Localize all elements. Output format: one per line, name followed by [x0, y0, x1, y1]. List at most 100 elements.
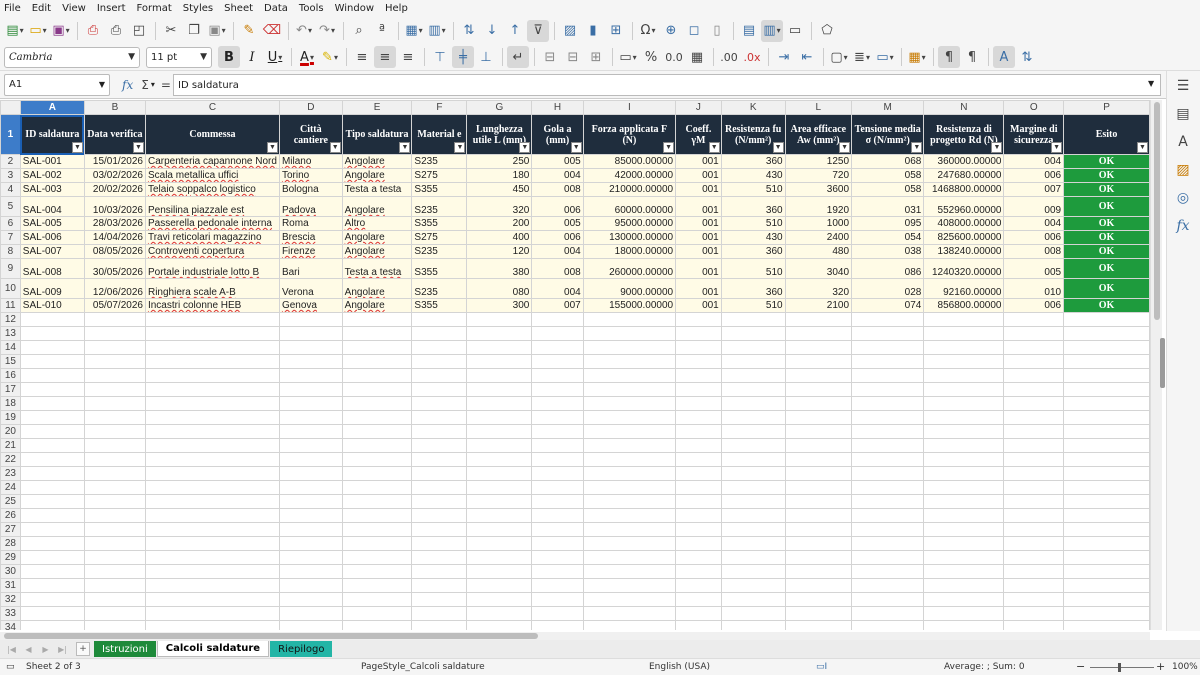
empty-cell[interactable]: [1063, 494, 1150, 509]
percent-format-icon[interactable]: %: [640, 46, 662, 68]
empty-cell[interactable]: [675, 340, 722, 355]
data-cell[interactable]: 009: [1003, 196, 1065, 217]
empty-cell[interactable]: [720, 620, 786, 630]
header-cell[interactable]: Forza applicata F (N) ▼: [582, 114, 677, 155]
empty-cell[interactable]: [851, 606, 925, 621]
row-header[interactable]: 29: [0, 550, 21, 565]
currency-format-icon[interactable]: ▭: [617, 46, 639, 68]
empty-cell[interactable]: [851, 382, 925, 397]
data-cell[interactable]: Angolare: [341, 298, 413, 313]
empty-cell[interactable]: [720, 438, 786, 453]
data-cell[interactable]: Bari: [278, 258, 343, 279]
data-cell[interactable]: 825600.00000: [923, 230, 1005, 245]
empty-cell[interactable]: [341, 620, 413, 630]
data-cell[interactable]: 552960.00000: [923, 196, 1005, 217]
sort-icon[interactable]: ⇅: [458, 20, 480, 42]
empty-cell[interactable]: [278, 368, 343, 383]
column-header-p[interactable]: P: [1063, 100, 1150, 115]
empty-cell[interactable]: [466, 368, 533, 383]
empty-cell[interactable]: [278, 340, 343, 355]
empty-cell[interactable]: [531, 564, 584, 579]
data-cell[interactable]: SAL-009: [19, 278, 85, 299]
empty-cell[interactable]: [341, 592, 413, 607]
data-cell[interactable]: 028: [851, 278, 925, 299]
data-cell[interactable]: 058: [851, 168, 925, 183]
empty-cell[interactable]: [1063, 564, 1150, 579]
page-style[interactable]: PageStyle_Calcoli saldature: [361, 662, 485, 672]
empty-cell[interactable]: [1063, 452, 1150, 467]
column-header-n[interactable]: N: [923, 100, 1005, 115]
data-cell[interactable]: 1920: [784, 196, 853, 217]
empty-cell[interactable]: [144, 424, 280, 439]
decrease-indent-icon[interactable]: ⇤: [796, 46, 818, 68]
empty-cell[interactable]: [19, 466, 85, 481]
empty-cell[interactable]: [466, 564, 533, 579]
data-cell[interactable]: 05/07/2026: [83, 298, 146, 313]
empty-cell[interactable]: [784, 606, 853, 621]
data-cell[interactable]: 18000.00000: [582, 244, 677, 259]
empty-cell[interactable]: [341, 508, 413, 523]
empty-cell[interactable]: [720, 312, 786, 327]
data-cell[interactable]: 12/06/2026: [83, 278, 146, 299]
empty-cell[interactable]: [144, 396, 280, 411]
empty-cell[interactable]: [923, 382, 1005, 397]
data-cell[interactable]: S275: [411, 168, 468, 183]
empty-cell[interactable]: [531, 578, 584, 593]
empty-cell[interactable]: [784, 354, 853, 369]
data-cell[interactable]: 007: [531, 298, 584, 313]
data-cell[interactable]: SAL-003: [19, 182, 85, 197]
row-header[interactable]: 24: [0, 480, 21, 495]
tab-istruzioni[interactable]: Istruzioni: [94, 641, 156, 657]
data-cell[interactable]: 3600: [784, 182, 853, 197]
header-cell[interactable]: Data verifica ▼: [83, 114, 146, 155]
empty-cell[interactable]: [531, 480, 584, 495]
empty-cell[interactable]: [83, 620, 146, 630]
empty-cell[interactable]: [83, 340, 146, 355]
sidebar-menu-icon[interactable]: ☰: [1172, 75, 1194, 97]
empty-cell[interactable]: [1003, 368, 1065, 383]
data-cell[interactable]: 058: [851, 182, 925, 197]
data-cell[interactable]: 006: [1003, 168, 1065, 183]
header-cell[interactable]: Resistenza di progetto Rd (N) ▼: [923, 114, 1005, 155]
empty-cell[interactable]: [720, 508, 786, 523]
empty-cell[interactable]: [341, 466, 413, 481]
save-icon[interactable]: ▣: [50, 20, 72, 42]
empty-cell[interactable]: [466, 536, 533, 551]
insert-image-icon[interactable]: ▨: [559, 20, 581, 42]
empty-cell[interactable]: [19, 536, 85, 551]
empty-cell[interactable]: [144, 536, 280, 551]
empty-cell[interactable]: [675, 578, 722, 593]
data-cell[interactable]: 010: [1003, 278, 1065, 299]
empty-cell[interactable]: [851, 340, 925, 355]
data-cell[interactable]: 856800.00000: [923, 298, 1005, 313]
data-cell[interactable]: 360: [720, 278, 786, 299]
empty-cell[interactable]: [144, 606, 280, 621]
border-style-icon[interactable]: ≣: [851, 46, 873, 68]
empty-cell[interactable]: [278, 382, 343, 397]
data-cell[interactable]: 001: [675, 230, 722, 245]
header-cell[interactable]: Margine di sicurezza ▼: [1003, 114, 1065, 155]
row-header[interactable]: 6: [0, 216, 21, 231]
data-cell[interactable]: 1250: [784, 154, 853, 169]
data-cell[interactable]: 510: [720, 258, 786, 279]
empty-cell[interactable]: [19, 452, 85, 467]
empty-cell[interactable]: [675, 368, 722, 383]
empty-cell[interactable]: [466, 452, 533, 467]
empty-cell[interactable]: [1063, 522, 1150, 537]
open-folder-icon[interactable]: ▭: [27, 20, 49, 42]
empty-cell[interactable]: [341, 354, 413, 369]
empty-cell[interactable]: [784, 312, 853, 327]
special-character-icon[interactable]: Ω: [637, 20, 659, 42]
spelling-icon[interactable]: ª: [371, 20, 393, 42]
empty-cell[interactable]: [1003, 466, 1065, 481]
empty-cell[interactable]: [923, 620, 1005, 630]
empty-cell[interactable]: [720, 592, 786, 607]
column-icon[interactable]: ▥: [426, 20, 448, 42]
empty-cell[interactable]: [720, 578, 786, 593]
empty-cell[interactable]: [1003, 620, 1065, 630]
data-cell[interactable]: Controventi copertura: [144, 244, 280, 259]
empty-cell[interactable]: [720, 536, 786, 551]
empty-cell[interactable]: [531, 396, 584, 411]
empty-cell[interactable]: [675, 354, 722, 369]
empty-cell[interactable]: [784, 410, 853, 425]
